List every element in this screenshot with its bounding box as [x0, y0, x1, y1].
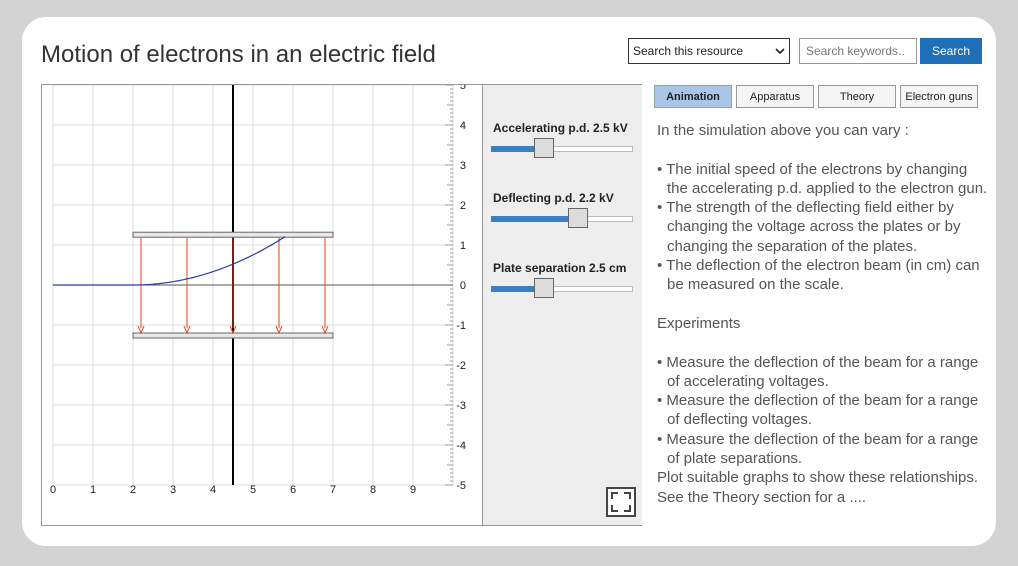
search-scope-select[interactable]: Search this resource [628, 38, 790, 64]
page-title: Motion of electrons in an electric field [41, 41, 436, 68]
controls-panel: Accelerating p.d. 2.5 kV Deflecting p.d.… [482, 85, 642, 525]
vary-item: • The initial speed of the electrons by … [657, 160, 988, 197]
closing-text: Plot suitable graphs to show these relat… [657, 469, 979, 506]
search-button[interactable]: Search [920, 38, 982, 64]
x-tick-label: 2 [130, 484, 136, 496]
y-tick-label: -1 [456, 320, 466, 332]
chevron-down-icon [775, 48, 785, 55]
y-tick-label: 2 [460, 200, 466, 212]
y-tick-label: -3 [456, 400, 466, 412]
vary-item: • The deflection of the electron beam (i… [657, 257, 980, 294]
slider-fill [491, 216, 578, 222]
x-tick-label: 9 [410, 484, 416, 496]
y-tick-label: -4 [456, 440, 466, 452]
experiments-heading: Experiments [657, 314, 741, 332]
tab-animation[interactable]: Animation [654, 85, 732, 108]
plate-separation-label: Plate separation 2.5 cm [493, 261, 627, 275]
tab-theory[interactable]: Theory [818, 85, 896, 108]
electron-beam [53, 236, 286, 286]
x-tick-label: 3 [170, 484, 176, 496]
plate-separation-slider[interactable] [491, 278, 633, 298]
content-card: Motion of electrons in an electric field… [22, 17, 996, 546]
deflection-plot: 0 1 2 3 4 5 6 7 8 9 5 4 3 2 1 0 -1 -2 -3 -4 -5 [50, 85, 466, 496]
slider-thumb[interactable] [567, 208, 588, 228]
y-tick-label: 5 [460, 85, 466, 92]
experiment-item: • Measure the deflection of the beam for… [657, 392, 979, 429]
experiment-item: • Measure the deflection of the beam for… [657, 430, 979, 468]
slider-thumb[interactable] [533, 138, 554, 158]
simulation-area: 0 1 2 3 4 5 6 7 8 9 5 4 3 2 1 0 -1 -2 -3 -4 -5 Accelerating … [41, 84, 642, 526]
tab-electron-guns[interactable]: Electron guns [900, 85, 978, 108]
search-scope-label: Search this resource [633, 44, 744, 58]
x-tick-label: 0 [50, 484, 56, 496]
x-tick-label: 7 [330, 484, 336, 496]
deflecting-pd-label: Deflecting p.d. 2.2 kV [493, 191, 614, 205]
deflecting-pd-slider[interactable] [491, 208, 633, 228]
search-input[interactable] [799, 38, 917, 64]
slider-thumb[interactable] [533, 278, 554, 298]
description-panel: In the simulation above you can vary : •… [657, 121, 992, 507]
y-tick-label: -5 [456, 480, 466, 492]
expand-icon [611, 492, 631, 512]
fullscreen-button[interactable] [606, 487, 636, 517]
y-tick-label: -2 [456, 360, 466, 372]
x-tick-label: 4 [210, 484, 216, 496]
accelerating-pd-label: Accelerating p.d. 2.5 kV [493, 121, 628, 135]
top-plate [132, 231, 334, 238]
x-tick-label: 6 [290, 484, 296, 496]
y-tick-label: 3 [460, 160, 466, 172]
x-tick-label: 5 [250, 484, 256, 496]
y-tick-label: 4 [460, 120, 466, 132]
y-tick-label: 0 [460, 280, 466, 292]
tab-apparatus[interactable]: Apparatus [736, 85, 814, 108]
x-tick-label: 1 [90, 484, 96, 496]
accelerating-pd-slider[interactable] [491, 138, 633, 158]
experiment-item: • Measure the deflection of the beam for… [657, 353, 979, 390]
y-tick-label: 1 [460, 240, 466, 252]
x-tick-label: 8 [370, 484, 376, 496]
intro-text: In the simulation above you can vary : [657, 122, 909, 139]
vary-item: • The strength of the deflecting field e… [657, 199, 961, 255]
